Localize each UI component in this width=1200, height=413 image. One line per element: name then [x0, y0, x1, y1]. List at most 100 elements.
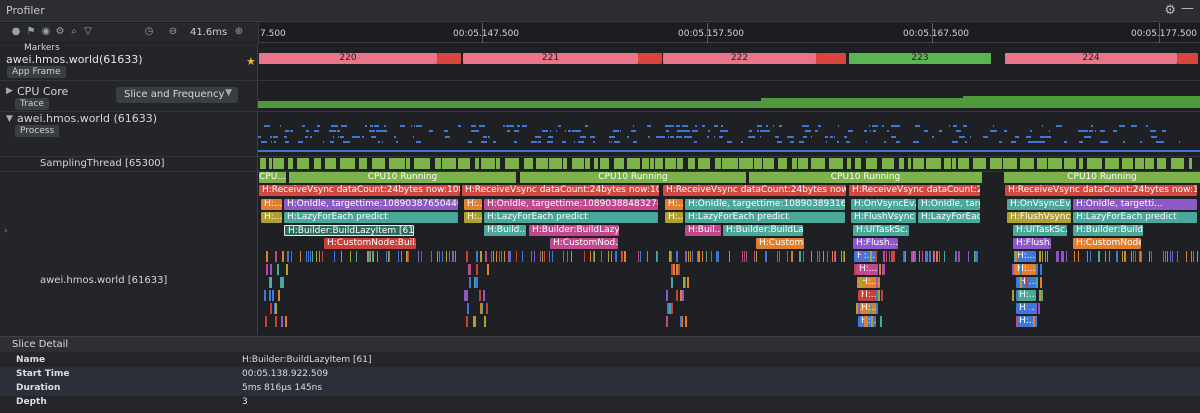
tiny-trace-slice[interactable]: [1141, 251, 1142, 262]
sampling-run-slice[interactable]: [442, 158, 456, 169]
sampling-run-slice[interactable]: [496, 158, 500, 169]
trace-slice[interactable]: H:LazyForEach predict: [685, 212, 845, 223]
sampling-run-slice[interactable]: [614, 158, 624, 169]
tiny-trace-slice[interactable]: [282, 277, 284, 288]
tiny-trace-slice[interactable]: [892, 251, 893, 262]
sampling-run-slice[interactable]: [273, 158, 284, 169]
expand-arrow-icon[interactable]: ▶: [6, 86, 13, 96]
tiny-trace-slice[interactable]: [791, 251, 792, 262]
tiny-trace-slice[interactable]: [666, 316, 668, 327]
tiny-trace-slice[interactable]: [319, 251, 320, 262]
tiny-trace-slice[interactable]: [1027, 303, 1029, 314]
tiny-trace-slice[interactable]: [1047, 251, 1048, 262]
tiny-trace-slice[interactable]: [421, 251, 422, 262]
tiny-trace-slice[interactable]: [1015, 251, 1017, 262]
tiny-trace-slice[interactable]: [657, 251, 658, 262]
sampling-run-slice[interactable]: [722, 158, 738, 169]
tiny-trace-slice[interactable]: [746, 251, 747, 262]
sampling-run-slice[interactable]: [572, 158, 584, 169]
tiny-trace-slice[interactable]: [1099, 251, 1100, 262]
tiny-trace-slice[interactable]: [615, 251, 616, 262]
sampling-run-slice[interactable]: [549, 158, 562, 169]
sampling-run-slice[interactable]: [698, 158, 710, 169]
tiny-trace-slice[interactable]: [922, 251, 923, 262]
tiny-trace-slice[interactable]: [509, 251, 510, 262]
tiny-trace-slice[interactable]: [316, 251, 317, 262]
tiny-trace-slice[interactable]: [690, 251, 691, 262]
tiny-trace-slice[interactable]: [1151, 251, 1152, 262]
process-label[interactable]: awei.hmos.world (61633): [17, 112, 157, 125]
tiny-trace-slice[interactable]: [1036, 264, 1038, 275]
trace-slice[interactable]: H:CustomNod...: [550, 238, 618, 249]
tiny-trace-slice[interactable]: [893, 251, 894, 262]
tiny-trace-slice[interactable]: [280, 277, 282, 288]
trace-slice[interactable]: H:ReceiveVsync dataCount:24bytes now:108…: [462, 185, 659, 196]
tiny-trace-slice[interactable]: [875, 251, 877, 262]
frame-bar-overrun[interactable]: [816, 53, 846, 64]
sampling-run-slice[interactable]: [288, 158, 293, 169]
tiny-trace-slice[interactable]: [1012, 264, 1014, 275]
tiny-trace-slice[interactable]: [765, 251, 766, 262]
tiny-trace-slice[interactable]: [756, 251, 757, 262]
selected-trace-slice[interactable]: H:Builder:BuildLazyItem [61]: [284, 225, 414, 236]
tiny-trace-slice[interactable]: [542, 251, 543, 262]
tiny-trace-slice[interactable]: [491, 251, 492, 262]
tiny-trace-slice[interactable]: [466, 251, 468, 262]
tiny-trace-slice[interactable]: [811, 251, 812, 262]
tiny-trace-slice[interactable]: [1056, 251, 1057, 262]
tiny-trace-slice[interactable]: [531, 251, 532, 262]
tiny-trace-slice[interactable]: [937, 251, 938, 262]
settings-icon[interactable]: ⚙: [54, 26, 66, 38]
tiny-trace-slice[interactable]: [312, 251, 313, 262]
tiny-trace-slice[interactable]: [264, 290, 266, 301]
trace-slice[interactable]: H:Builder:BuildL...: [1073, 225, 1143, 236]
tiny-trace-slice[interactable]: [671, 303, 673, 314]
tiny-trace-slice[interactable]: [647, 251, 648, 262]
tiny-trace-slice[interactable]: [956, 251, 957, 262]
tiny-trace-slice[interactable]: [485, 251, 487, 262]
sampling-run-slice[interactable]: [372, 158, 385, 169]
trace-slice[interactable]: H:...: [858, 290, 878, 301]
tiny-trace-slice[interactable]: [676, 251, 678, 262]
sampling-run-slice[interactable]: [435, 158, 441, 169]
tiny-trace-slice[interactable]: [287, 251, 289, 262]
sampling-run-slice[interactable]: [1171, 158, 1184, 169]
cpu-running-slice[interactable]: CPU10 Running: [749, 172, 982, 183]
cpu-frequency-bar[interactable]: [258, 101, 761, 108]
tiny-trace-slice[interactable]: [913, 251, 914, 262]
sampling-run-slice[interactable]: [1079, 158, 1083, 169]
sampling-run-slice[interactable]: [754, 158, 762, 169]
tiny-trace-slice[interactable]: [356, 251, 357, 262]
sampling-run-slice[interactable]: [798, 158, 808, 169]
frame-bar[interactable]: 222: [663, 53, 816, 64]
cpu-frequency-bar[interactable]: [761, 98, 963, 108]
trace-slice[interactable]: H:CustomNode:Buil...: [324, 238, 416, 249]
tiny-trace-slice[interactable]: [1105, 251, 1106, 262]
tiny-trace-slice[interactable]: [930, 251, 931, 262]
tiny-trace-slice[interactable]: [698, 251, 699, 262]
tiny-trace-slice[interactable]: [466, 316, 468, 327]
tiny-trace-slice[interactable]: [870, 303, 872, 314]
trace-slice[interactable]: H:OnIdle, targettime:108903893161 0...: [685, 199, 845, 210]
collapse-arrow-icon[interactable]: ▼: [6, 114, 13, 124]
tiny-trace-slice[interactable]: [1040, 264, 1042, 275]
tiny-trace-slice[interactable]: [499, 251, 500, 262]
tiny-trace-slice[interactable]: [466, 290, 468, 301]
tiny-trace-slice[interactable]: [370, 251, 371, 262]
sampling-run-slice[interactable]: [414, 158, 430, 169]
tiny-trace-slice[interactable]: [439, 251, 440, 262]
tiny-trace-slice[interactable]: [418, 251, 419, 262]
settings-gear-icon[interactable]: ⚙: [1164, 3, 1176, 18]
tiny-trace-slice[interactable]: [1197, 251, 1198, 262]
trace-slice[interactable]: H:LazyForEach predict: [1073, 212, 1197, 223]
trace-slice[interactable]: H:UITaskSc...: [853, 225, 909, 236]
trace-slice[interactable]: H:...: [854, 251, 876, 262]
trace-slice[interactable]: H:...: [1016, 303, 1036, 314]
tiny-trace-slice[interactable]: [819, 251, 820, 262]
tiny-trace-slice[interactable]: [481, 303, 483, 314]
tiny-trace-slice[interactable]: [544, 251, 545, 262]
frame-bar-overrun[interactable]: [638, 53, 662, 64]
tiny-trace-slice[interactable]: [919, 251, 920, 262]
tiny-trace-slice[interactable]: [269, 290, 271, 301]
tiny-trace-slice[interactable]: [1140, 251, 1141, 262]
